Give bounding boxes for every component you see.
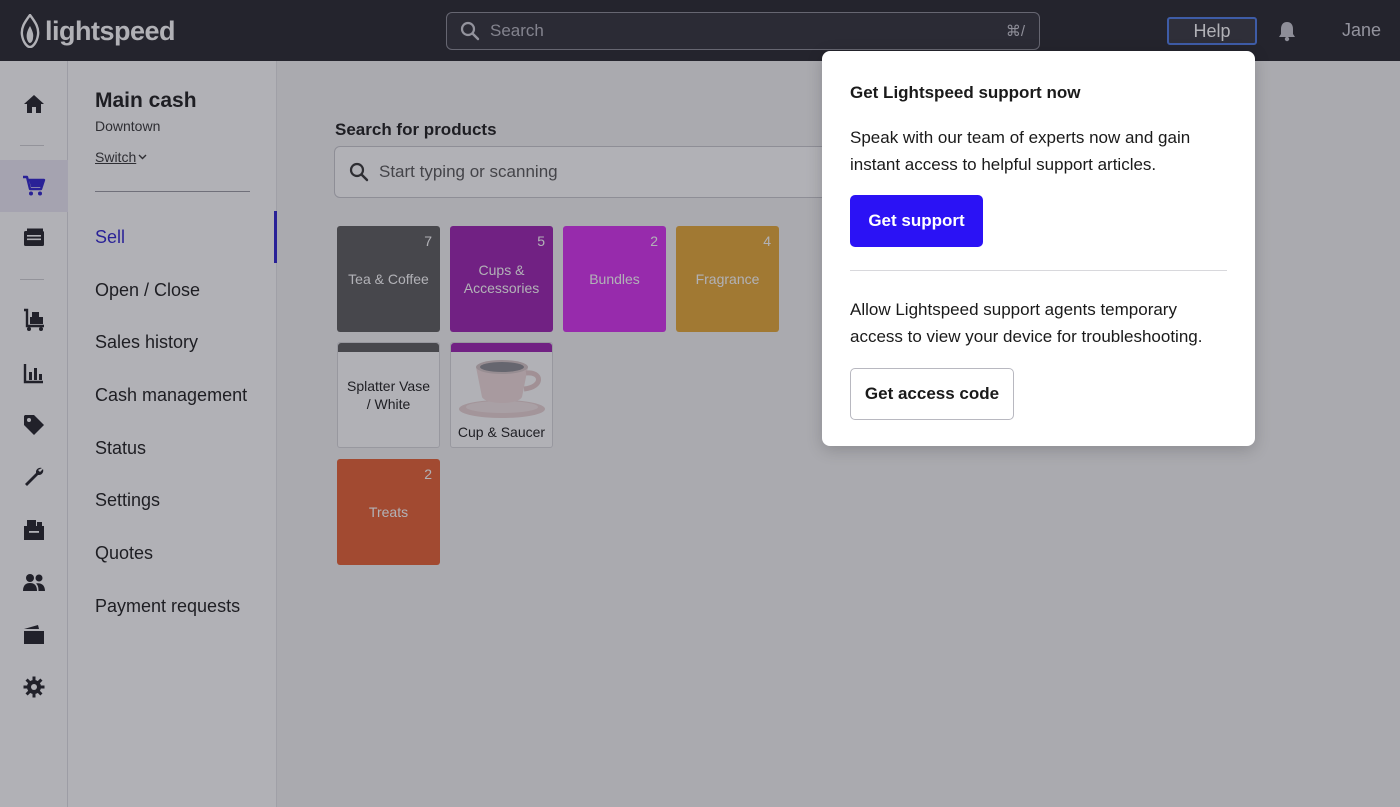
popover-divider (850, 270, 1227, 271)
get-support-button[interactable]: Get support (850, 195, 983, 247)
popover-support-text: Speak with our team of experts now and g… (850, 128, 1191, 174)
popover-title: Get Lightspeed support now (850, 83, 1081, 102)
popover-access-text: Allow Lightspeed support agents temporar… (850, 300, 1203, 346)
help-popover: Get Lightspeed support now Speak with ou… (822, 51, 1255, 446)
get-access-code-button[interactable]: Get access code (850, 368, 1014, 420)
